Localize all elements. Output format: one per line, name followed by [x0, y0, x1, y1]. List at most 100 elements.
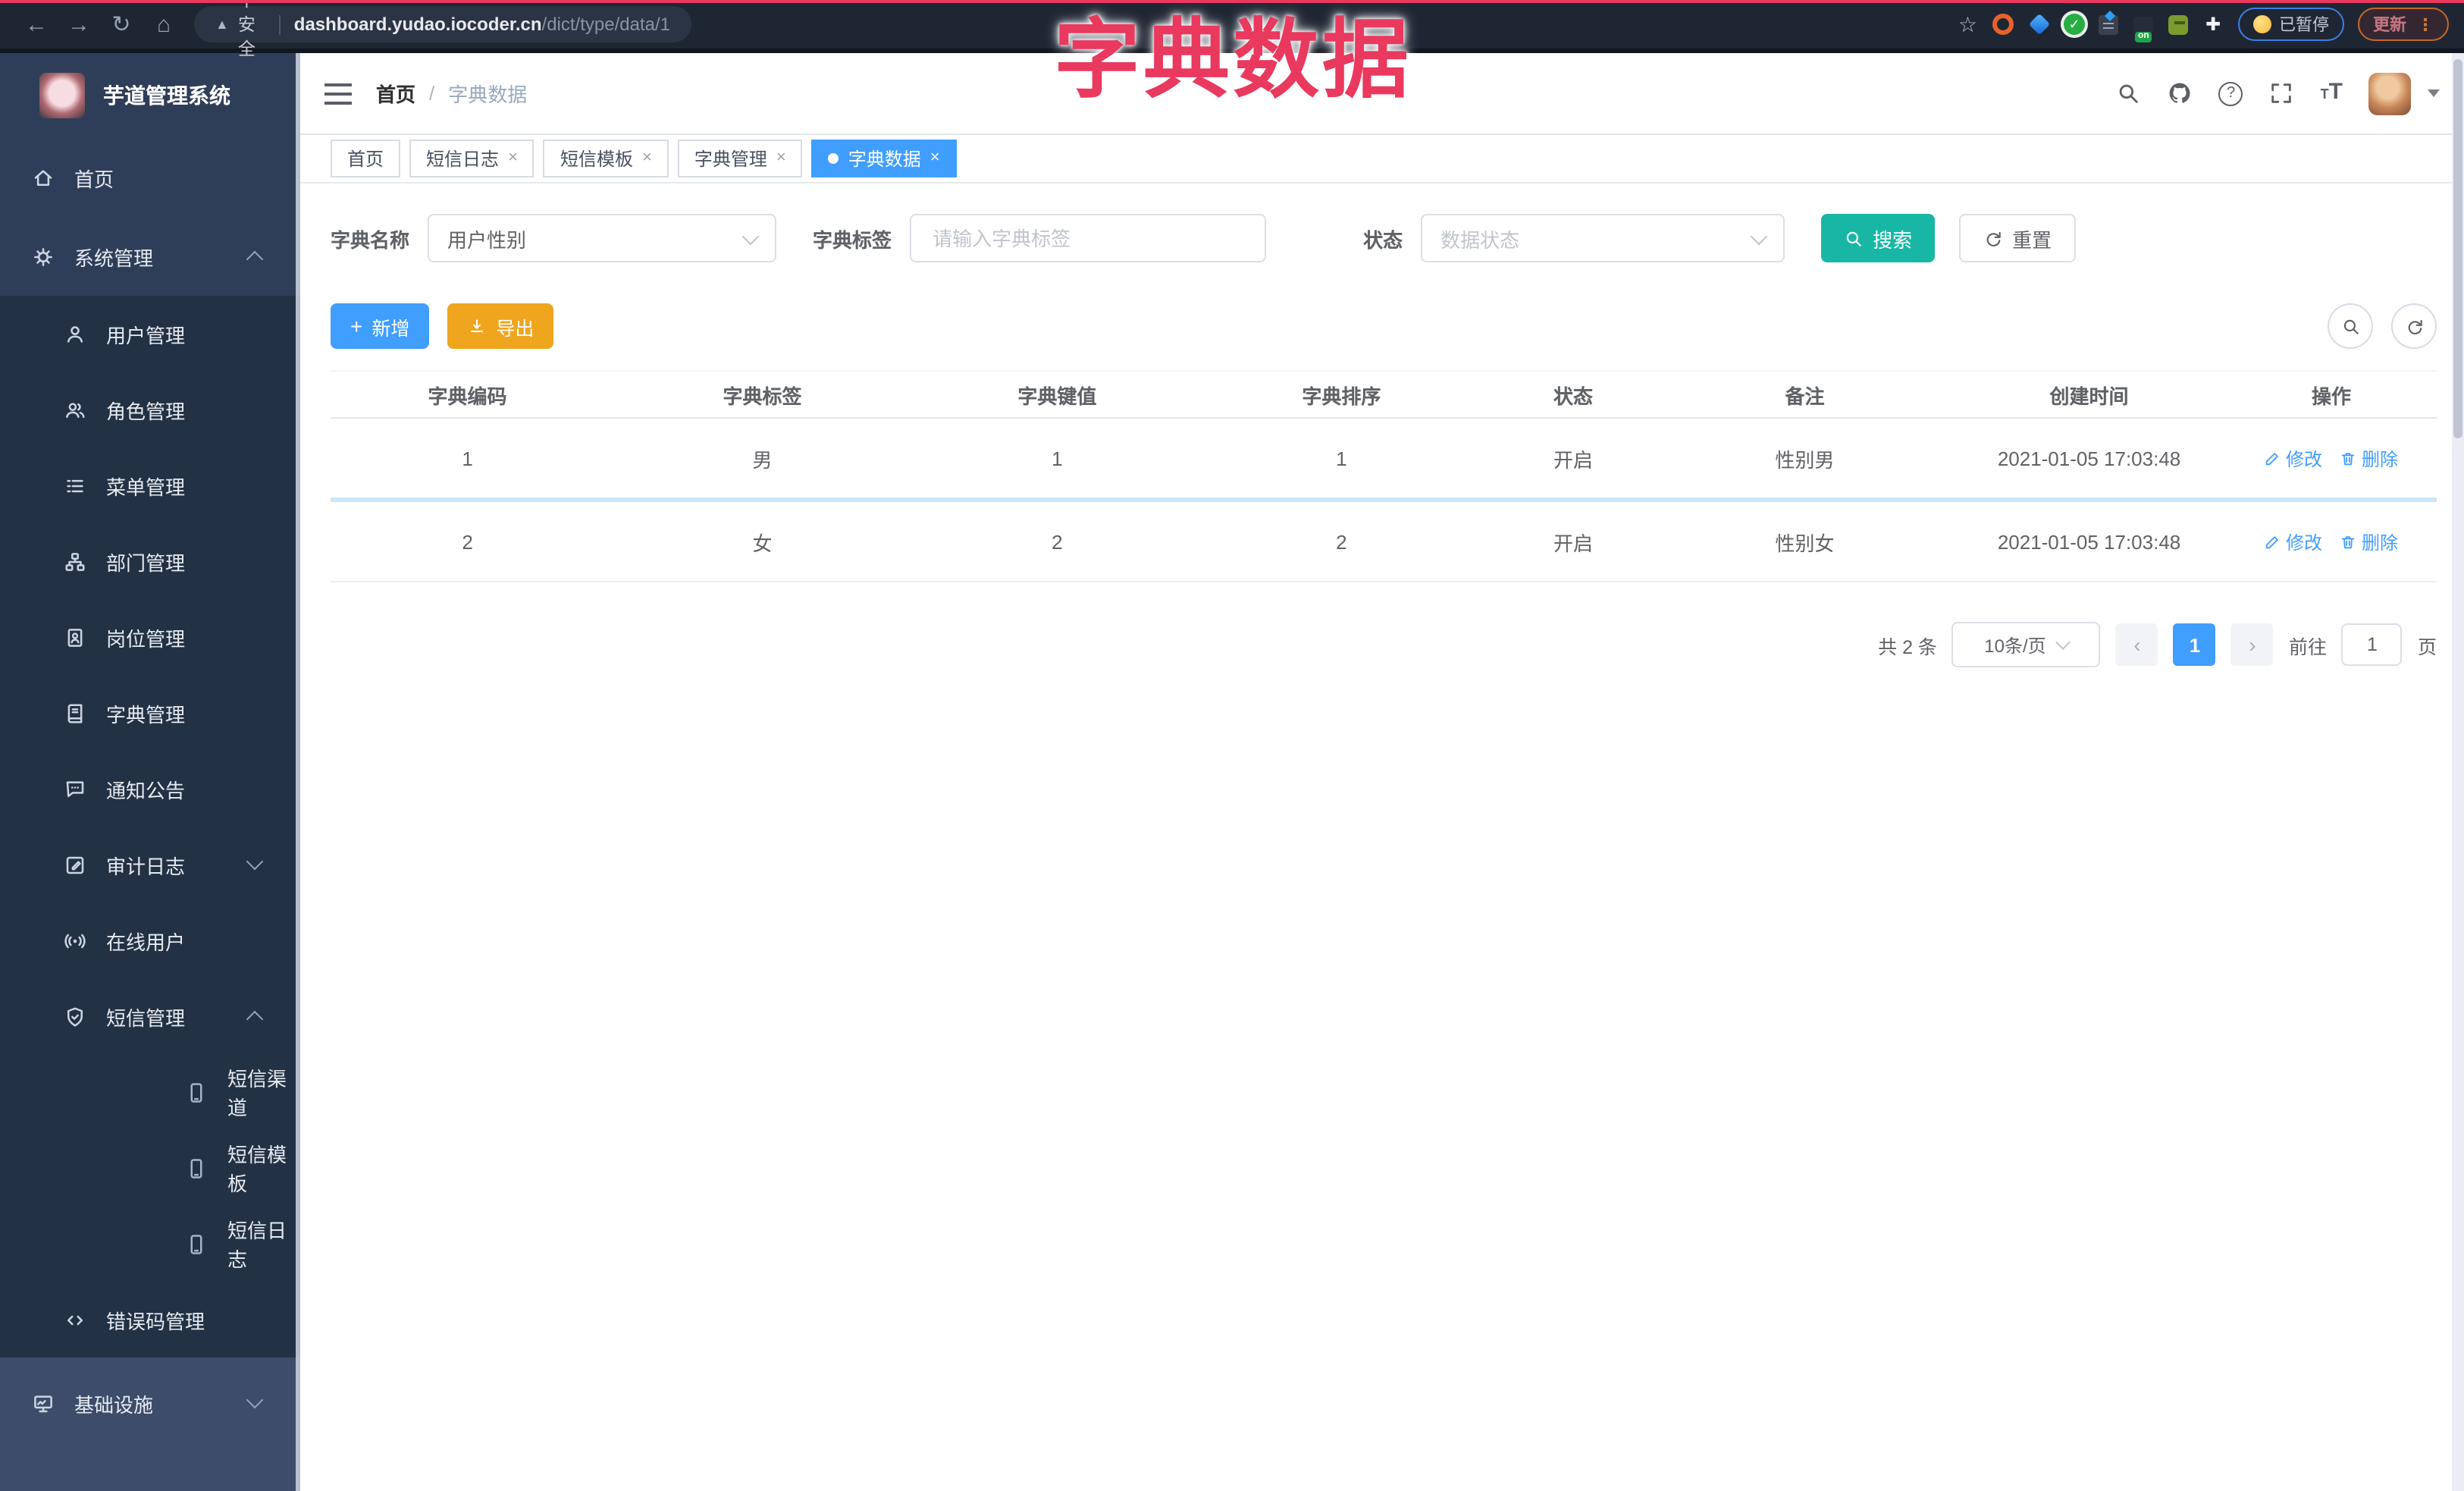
kebab-menu-icon[interactable]: ⋮	[2417, 14, 2434, 34]
dict-name-label: 字典名称	[331, 228, 410, 251]
tab-sms-template[interactable]: 短信模板 ×	[543, 140, 669, 177]
sidebar-item-sms-channel[interactable]: 短信渠道	[0, 1054, 300, 1130]
dict-name-select[interactable]: 用户性别	[428, 214, 777, 262]
hamburger-icon[interactable]	[324, 83, 352, 104]
sidebar-item-error-codes[interactable]: 错误码管理	[0, 1282, 300, 1358]
edit-link[interactable]: 修改	[2265, 445, 2322, 471]
table-toolbar: + 新增 导出	[331, 303, 2437, 349]
screenshot-stage: ← → ↻ ⌂ ▲ 不安全 dashboard.yudao.iocoder.cn…	[0, 0, 2464, 1491]
close-icon[interactable]: ×	[508, 149, 518, 167]
browser-update-button[interactable]: 更新 ⋮	[2358, 8, 2449, 41]
logo-image	[39, 73, 85, 118]
url-separator	[279, 14, 281, 34]
edit-link[interactable]: 修改	[2265, 529, 2322, 554]
org-tree-icon	[64, 550, 86, 573]
reload-icon[interactable]: ↻	[100, 11, 143, 38]
refresh-button[interactable]	[2391, 303, 2437, 349]
sidebar-item-audit-log[interactable]: 审计日志	[0, 827, 300, 902]
sidebar-item-online-users[interactable]: 在线用户	[0, 902, 300, 978]
app-logo[interactable]: 芋道管理系统	[0, 53, 300, 138]
sidebar-item-sms-template[interactable]: 短信模板	[0, 1130, 300, 1206]
annotation-title: 字典数据	[1054, 12, 1412, 109]
export-button[interactable]: 导出	[447, 303, 554, 349]
delete-link[interactable]: 删除	[2340, 529, 2398, 554]
bookmark-star-icon[interactable]: ☆	[1958, 11, 1977, 37]
extensions-puzzle-icon[interactable]: ✚	[2202, 13, 2224, 36]
status-select[interactable]: 数据状态	[1421, 214, 1785, 262]
ext-green-check-icon[interactable]: ✓	[2064, 14, 2085, 35]
current-page-button[interactable]: 1	[2173, 623, 2216, 666]
security-label[interactable]: 不安全	[238, 0, 266, 61]
search-icon[interactable]	[2116, 80, 2142, 106]
next-page-button[interactable]: ›	[2230, 623, 2274, 666]
chevron-down-icon[interactable]	[2428, 89, 2440, 97]
close-icon[interactable]: ×	[776, 149, 786, 167]
page-unit-label: 页	[2417, 636, 2437, 658]
column-header: 创建时间	[2049, 385, 2129, 407]
reset-button[interactable]: 重置	[1959, 214, 2077, 262]
phone-icon	[185, 1157, 208, 1179]
help-icon[interactable]: ?	[2218, 81, 2243, 105]
goto-page-input[interactable]	[2341, 623, 2403, 666]
toggle-search-button[interactable]	[2328, 303, 2373, 349]
sidebar-item-dict[interactable]: 字典管理	[0, 675, 300, 751]
plus-icon: +	[350, 314, 363, 338]
monitor-icon	[32, 1392, 55, 1414]
browser-nav: ← → ↻ ⌂	[15, 11, 185, 38]
tab-sms-log[interactable]: 短信日志 ×	[409, 140, 534, 177]
breadcrumb-home[interactable]: 首页	[376, 79, 415, 108]
book-icon	[64, 702, 86, 724]
url-domain: dashboard.yudao.iocoder.cn	[293, 14, 542, 35]
sidebar-item-notices[interactable]: 通知公告	[0, 751, 300, 827]
search-button[interactable]: 搜索	[1821, 214, 1936, 262]
sidebar-item-departments[interactable]: 部门管理	[0, 523, 300, 599]
security-warning-icon[interactable]: ▲	[215, 17, 229, 32]
sidebar-item-users[interactable]: 用户管理	[0, 296, 300, 372]
avatar[interactable]	[2368, 72, 2411, 115]
profile-paused-pill[interactable]: 已暂停	[2238, 8, 2344, 41]
sidebar-item-home[interactable]: 首页	[0, 138, 300, 217]
ext-blue-icon[interactable]	[2027, 13, 2050, 36]
chevron-down-icon	[1750, 228, 1768, 246]
edit-document-icon	[64, 853, 86, 876]
column-header: 操作	[2311, 385, 2351, 407]
github-icon[interactable]	[2168, 80, 2193, 106]
status-label: 状态	[1363, 228, 1403, 251]
scrollbar-thumb[interactable]	[2453, 59, 2462, 438]
sidebar-item-system[interactable]: 系统管理	[0, 217, 300, 296]
tab-bar: 首页 短信日志 × 短信模板 × 字典管理 × 字典数据 ×	[300, 135, 2464, 184]
font-size-icon[interactable]: TT	[2321, 80, 2343, 106]
page-scrollbar[interactable]	[2452, 53, 2464, 1491]
sidebar-item-roles[interactable]: 角色管理	[0, 372, 300, 447]
close-icon[interactable]: ×	[930, 149, 940, 167]
list-icon	[64, 474, 86, 497]
tab-dict-data[interactable]: 字典数据 ×	[811, 140, 957, 177]
sidebar-item-menus[interactable]: 菜单管理	[0, 447, 300, 523]
tab-dict-manage[interactable]: 字典管理 ×	[677, 140, 803, 177]
address-bar[interactable]: ▲ 不安全 dashboard.yudao.iocoder.cn /dict/t…	[194, 0, 691, 59]
close-icon[interactable]: ×	[642, 149, 652, 167]
ext-orange-icon[interactable]	[1991, 13, 2014, 36]
prev-page-button[interactable]: ‹	[2115, 623, 2158, 666]
ext-mask-icon[interactable]	[2168, 14, 2188, 34]
dict-data-table: 字典编码 字典标签 字典键值 字典排序 状态 备注 创建时间 操作 1 男 1 …	[331, 370, 2437, 582]
home-icon[interactable]: ⌂	[143, 11, 185, 37]
sidebar-item-sms[interactable]: 短信管理	[0, 978, 300, 1054]
delete-link[interactable]: 删除	[2340, 445, 2398, 471]
dict-tag-input[interactable]	[929, 225, 1247, 251]
fullscreen-icon[interactable]	[2269, 80, 2295, 106]
ext-on-badge-icon[interactable]: on	[2132, 13, 2155, 42]
active-dot-icon	[828, 153, 839, 164]
sidebar-item-posts[interactable]: 岗位管理	[0, 599, 300, 675]
sidebar-item-sms-log[interactable]: 短信日志	[0, 1206, 300, 1282]
ext-sliders-icon[interactable]	[2099, 14, 2118, 34]
page-size-select[interactable]: 10条/页	[1951, 622, 2101, 667]
phone-icon	[185, 1232, 208, 1255]
back-icon[interactable]: ←	[15, 11, 58, 37]
add-button[interactable]: + 新增	[331, 303, 430, 349]
tab-home[interactable]: 首页	[331, 140, 401, 177]
forward-icon[interactable]: →	[58, 11, 100, 37]
column-header: 备注	[1785, 385, 1825, 407]
column-header: 字典标签	[723, 385, 802, 407]
sidebar-item-infrastructure[interactable]: 基础设施	[0, 1358, 300, 1449]
